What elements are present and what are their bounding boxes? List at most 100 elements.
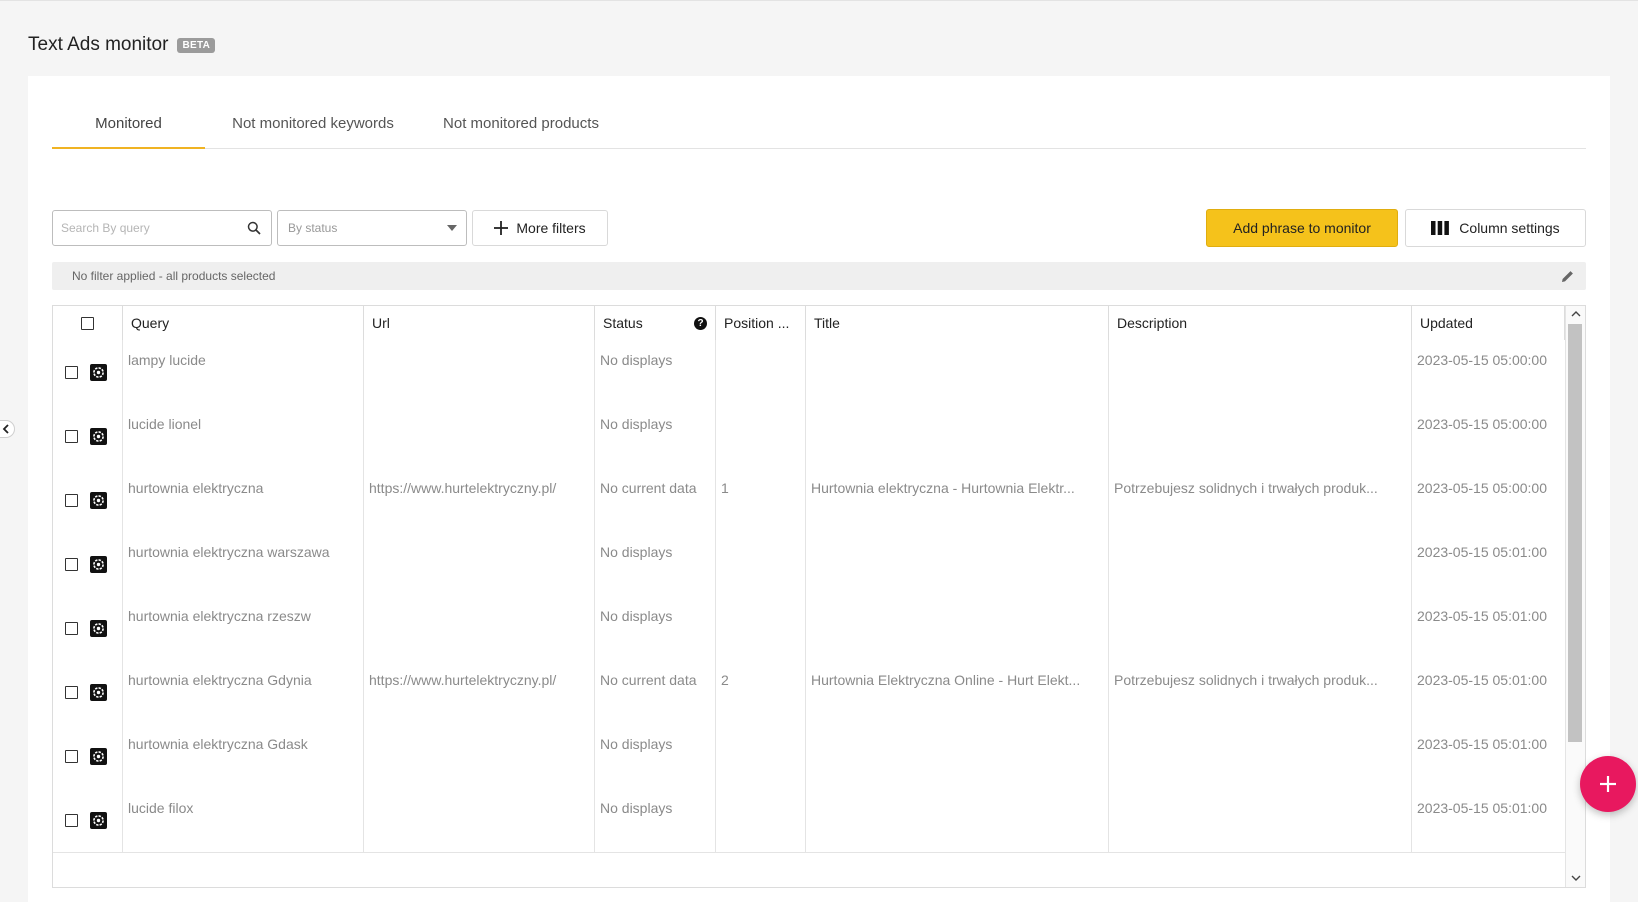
cell-description (1109, 724, 1412, 788)
table-row[interactable]: hurtownia elektryczna https://www.hurtele… (53, 468, 1565, 533)
plus-icon (494, 221, 509, 235)
cell-title: Hurtownia Elektryczna Online - Hurt Elek… (806, 660, 1109, 724)
cell-url: https://www.hurtelektryczny.pl/ (364, 660, 595, 724)
cell-query: hurtownia elektryczna Gdask (123, 724, 364, 788)
header-title[interactable]: Title (806, 306, 1109, 340)
gear-icon[interactable] (90, 363, 107, 381)
more-filters-button[interactable]: More filters (472, 210, 608, 246)
add-phrase-button[interactable]: Add phrase to monitor (1206, 209, 1398, 247)
row-checkbox[interactable] (65, 557, 78, 571)
row-checkbox[interactable] (65, 749, 78, 763)
cell-position (716, 404, 806, 468)
cell-url: https://www.hurtelektryczny.pl/ (364, 468, 595, 532)
row-checkbox[interactable] (65, 813, 78, 827)
table-row[interactable]: lampy lucide No displays 2023-05-15 05:00:… (53, 340, 1565, 405)
header-description[interactable]: Description (1109, 306, 1412, 340)
row-checkbox[interactable] (65, 429, 78, 443)
row-tools-cell (53, 468, 123, 532)
pencil-icon[interactable] (1561, 270, 1574, 283)
header-status-label: Status (603, 315, 643, 331)
row-checkbox[interactable] (65, 621, 78, 635)
tab-not-monitored-keywords[interactable]: Not monitored keywords (205, 100, 421, 148)
row-checkbox[interactable] (65, 685, 78, 699)
cell-description (1109, 532, 1412, 596)
search-box (52, 210, 272, 246)
main-card: Monitored Not monitored keywords Not mon… (28, 76, 1610, 902)
cell-position (716, 724, 806, 788)
cell-position (716, 532, 806, 596)
help-icon[interactable]: ? (694, 317, 707, 330)
beta-badge: BETA (177, 37, 216, 53)
cell-query: lucide filox (123, 788, 364, 852)
gear-icon[interactable] (90, 683, 107, 701)
top-divider (0, 0, 1638, 1)
search-input[interactable] (53, 211, 244, 245)
table-row[interactable]: hurtownia elektryczna rzeszw No displays 2… (53, 596, 1565, 661)
page-header: Text Ads monitor BETA (28, 34, 216, 56)
cell-position: 1 (716, 468, 806, 532)
tab-monitored[interactable]: Monitored (52, 100, 205, 149)
row-tools-cell (53, 660, 123, 724)
cell-title (806, 340, 1109, 404)
tab-bar: Monitored Not monitored keywords Not mon… (52, 100, 1586, 149)
table-row[interactable]: hurtownia elektryczna Gdask No displays 20… (53, 724, 1565, 789)
cell-description (1109, 404, 1412, 468)
cell-status: No displays (595, 404, 716, 468)
table-row[interactable]: hurtownia elektryczna Gdynia https://www.… (53, 660, 1565, 725)
cell-updated: 2023-05-15 05:00:00 (1417, 480, 1547, 496)
cell-updated: 2023-05-15 05:01:00 (1417, 608, 1547, 624)
cell-query: hurtownia elektryczna rzeszw (123, 596, 364, 660)
header-status[interactable]: Status ? (595, 306, 716, 340)
cell-url (364, 724, 595, 788)
row-checkbox[interactable] (65, 493, 78, 507)
header-position[interactable]: Position ... (716, 306, 806, 340)
row-tools-cell (53, 404, 123, 468)
search-icon[interactable] (244, 218, 264, 238)
row-checkbox[interactable] (65, 365, 78, 379)
scroll-up-icon[interactable] (1570, 308, 1582, 320)
cell-url (364, 596, 595, 660)
cell-updated: 2023-05-15 05:01:00 (1417, 672, 1547, 688)
cell-position (716, 596, 806, 660)
scrollbar-thumb[interactable] (1568, 324, 1582, 742)
header-query[interactable]: Query (123, 306, 364, 340)
cell-description (1109, 788, 1412, 852)
cell-status: No displays (595, 596, 716, 660)
cell-position (716, 340, 806, 404)
filter-summary-text: No filter applied - all products selecte… (72, 269, 276, 283)
gear-icon[interactable] (90, 619, 107, 637)
tab-not-monitored-products[interactable]: Not monitored products (421, 100, 621, 148)
cell-title (806, 404, 1109, 468)
header-select-cell (53, 306, 123, 340)
gear-icon[interactable] (90, 491, 107, 509)
columns-icon (1431, 221, 1450, 235)
table-row[interactable]: hurtownia elektryczna warszawa No display… (53, 532, 1565, 597)
row-tools-cell (53, 724, 123, 788)
column-settings-label: Column settings (1459, 220, 1560, 236)
row-tools-cell (53, 788, 123, 852)
table-row[interactable]: lucide filox No displays 2023-05-15 05:01:… (53, 788, 1565, 853)
table-row[interactable]: lucide lionel No displays 2023-05-15 05:00… (53, 404, 1565, 469)
column-settings-button[interactable]: Column settings (1405, 209, 1586, 247)
sidebar-collapse-button[interactable] (0, 420, 15, 438)
cell-url (364, 404, 595, 468)
cell-query: hurtownia elektryczna warszawa (123, 532, 364, 596)
gear-icon[interactable] (90, 747, 107, 765)
cell-status: No current data (595, 468, 716, 532)
row-tools-cell (53, 340, 123, 404)
status-select[interactable]: By status (277, 210, 467, 246)
header-url[interactable]: Url (364, 306, 595, 340)
gear-icon[interactable] (90, 427, 107, 445)
cell-description (1109, 596, 1412, 660)
gear-icon[interactable] (90, 555, 107, 573)
scroll-down-icon[interactable] (1570, 872, 1582, 884)
table-scrollbar[interactable] (1565, 306, 1585, 887)
cell-title (806, 724, 1109, 788)
header-updated[interactable]: Updated (1412, 306, 1565, 340)
cell-description: Potrzebujesz solidnych i trwałych produk… (1109, 468, 1412, 532)
cell-status: No displays (595, 788, 716, 852)
gear-icon[interactable] (90, 811, 107, 829)
select-all-checkbox[interactable] (81, 316, 94, 330)
fab-add-button[interactable] (1580, 756, 1636, 812)
cell-query: lucide lionel (123, 404, 364, 468)
